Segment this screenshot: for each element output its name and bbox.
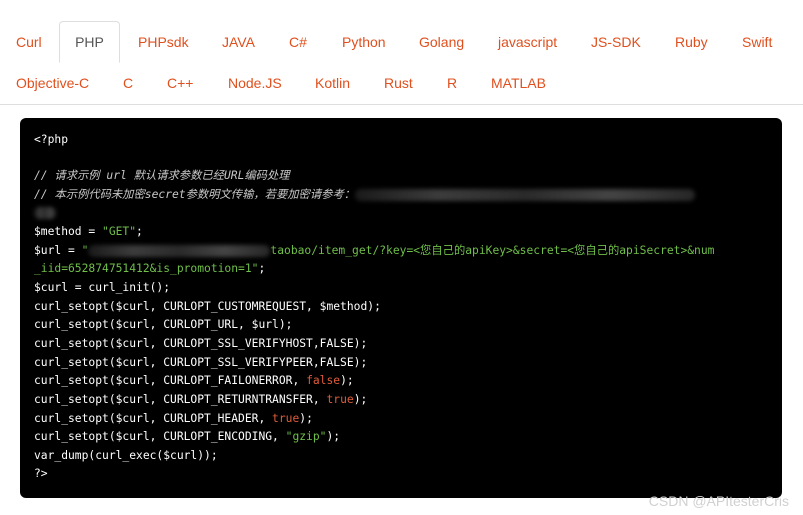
tab-ruby[interactable]: Ruby xyxy=(675,22,708,62)
tab-r[interactable]: R xyxy=(447,63,457,103)
setopt-call: curl_setopt($curl, CURLOPT_RETURNTRANSFE… xyxy=(34,393,327,406)
url-var: $url = xyxy=(34,244,82,257)
code-line-open-tag: <?php xyxy=(34,133,69,146)
tab-c[interactable]: C xyxy=(123,63,133,103)
tab-curl[interactable]: Curl xyxy=(16,22,42,62)
url-path: taobao/item_get/?key=<您自己的apiKey>&secret… xyxy=(270,244,715,257)
csdn-watermark: CSDN @APItesterCris xyxy=(648,493,789,509)
code-line-setopt-customrequest: curl_setopt($curl, CURLOPT_CUSTOMREQUEST… xyxy=(34,300,381,313)
url-quote: " xyxy=(81,244,89,257)
redacted-link-tail xyxy=(34,207,56,219)
tab-js-sdk[interactable]: JS-SDK xyxy=(591,22,641,62)
tab-python[interactable]: Python xyxy=(342,22,386,62)
comment-secret-text: // 本示例代码未加密secret参数明文传输，若要加密请参考： xyxy=(34,188,356,201)
code-line-url-cont: _iid=652874751412&is_promotion=1"; xyxy=(34,260,265,278)
code-line-setopt-returntransfer: curl_setopt($curl, CURLOPT_RETURNTRANSFE… xyxy=(34,391,367,409)
bool-value: true xyxy=(272,412,300,425)
code-line-setopt-url: curl_setopt($curl, CURLOPT_URL, $url); xyxy=(34,318,293,331)
code-line-setopt-header: curl_setopt($curl, CURLOPT_HEADER, true)… xyxy=(34,410,313,428)
method-var: $method = xyxy=(34,225,103,238)
tab-javascript[interactable]: javascript xyxy=(498,22,557,62)
tab-php[interactable]: PHP xyxy=(59,21,120,63)
setopt-call: curl_setopt($curl, CURLOPT_HEADER, xyxy=(34,412,273,425)
setopt-call: curl_setopt($curl, CURLOPT_ENCODING, xyxy=(34,430,286,443)
tab-swift[interactable]: Swift xyxy=(742,22,772,62)
bool-value: true xyxy=(326,393,354,406)
code-line-redacted xyxy=(34,204,56,222)
code-block[interactable]: <?php // 请求示例 url 默认请求参数已经URL编码处理 // 本示例… xyxy=(20,118,782,498)
language-tabs: Curl PHP PHPsdk JAVA C# Python Golang ja… xyxy=(0,20,803,105)
stmt-end: ); xyxy=(340,374,354,387)
tab-golang[interactable]: Golang xyxy=(419,22,464,62)
code-line-setopt-verifyhost: curl_setopt($curl, CURLOPT_SSL_VERIFYHOS… xyxy=(34,337,368,350)
code-line-url: $url = " taobao/item_get/?key=<您自己的apiKey… xyxy=(34,242,714,260)
tab-rust[interactable]: Rust xyxy=(384,63,413,103)
code-line-setopt-encoding: curl_setopt($curl, CURLOPT_ENCODING, "gz… xyxy=(34,428,340,446)
tab-java[interactable]: JAVA xyxy=(222,22,255,62)
method-value: "GET" xyxy=(102,225,137,238)
code-line-setopt-failonerror: curl_setopt($curl, CURLOPT_FAILONERROR, … xyxy=(34,372,354,390)
tab-csharp[interactable]: C# xyxy=(289,22,307,62)
url-params: _iid=652874751412&is_promotion=1" xyxy=(34,262,259,275)
stmt-end: ); xyxy=(326,430,341,443)
tab-phpsdk[interactable]: PHPsdk xyxy=(138,22,189,62)
tab-matlab[interactable]: MATLAB xyxy=(491,63,546,103)
code-line-comment-secret: // 本示例代码未加密secret参数明文传输，若要加密请参考： xyxy=(34,186,696,204)
code-line-comment-url: // 请求示例 url 默认请求参数已经URL编码处理 xyxy=(34,169,290,182)
setopt-call: curl_setopt($curl, CURLOPT_FAILONERROR, xyxy=(34,374,307,387)
tab-cpp[interactable]: C++ xyxy=(167,63,193,103)
tab-objective-c[interactable]: Objective-C xyxy=(16,63,89,103)
code-line-setopt-verifypeer: curl_setopt($curl, CURLOPT_SSL_VERIFYPEE… xyxy=(34,356,368,369)
semicolon: ; xyxy=(136,225,143,238)
stmt-end: ); xyxy=(299,412,313,425)
redacted-link xyxy=(355,189,696,201)
bool-value: false xyxy=(306,374,341,387)
semicolon: ; xyxy=(258,262,266,275)
code-line-close-tag: ?> xyxy=(34,467,48,480)
code-line-var-dump: var_dump(curl_exec($curl)); xyxy=(34,449,218,462)
api-example-page: Curl PHP PHPsdk JAVA C# Python Golang ja… xyxy=(0,0,803,515)
tab-nodejs[interactable]: Node.JS xyxy=(228,63,282,103)
code-line-init: $curl = curl_init(); xyxy=(34,281,171,294)
stmt-end: ); xyxy=(353,393,368,406)
redacted-url-host xyxy=(88,245,271,257)
string-value: "gzip" xyxy=(285,430,327,443)
code-line-method: $method = "GET"; xyxy=(34,223,143,241)
tab-kotlin[interactable]: Kotlin xyxy=(315,63,350,103)
